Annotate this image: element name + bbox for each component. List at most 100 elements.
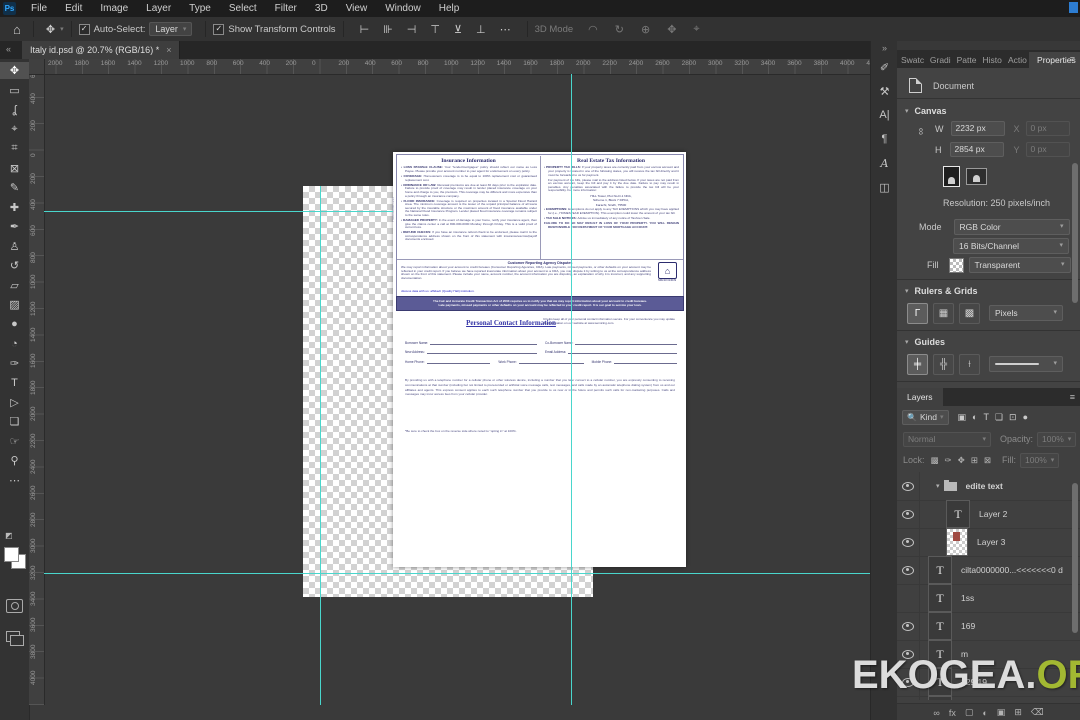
libraries-panel-icon[interactable]: ◫ [871,175,898,199]
show-transform-checkbox[interactable]: ✓ [213,23,225,35]
guides-new-icon[interactable]: ╬ [933,354,954,375]
layers-tab[interactable]: Layers [897,388,943,406]
home-icon[interactable]: ⌂ [8,22,26,37]
menu-filter[interactable]: Filter [266,0,306,17]
align-top-edges-icon[interactable]: ⊤ [425,23,445,36]
visibility-toggle[interactable] [897,472,920,500]
layers-scrollbar[interactable] [1072,483,1078,633]
type-tool[interactable]: T [0,374,29,391]
healing-brush-tool[interactable]: ✚ [0,199,29,216]
auto-select-checkbox[interactable]: ✓ [78,23,90,35]
panel-tab-actio[interactable]: Actio [1004,52,1029,68]
object-selection-tool[interactable]: ⌖ [0,121,29,138]
move-tool-preset-icon[interactable]: ✥ [41,23,60,36]
lock-position-icon[interactable]: ✥ [958,455,965,466]
panel-tab-histo[interactable]: Histo [979,52,1004,68]
y-input[interactable]: 0 px [1025,142,1070,157]
menu-edit[interactable]: Edit [56,0,91,17]
zoom-tool[interactable]: ⚲ [0,452,29,469]
guide-style-dropdown[interactable]: ▾ [989,356,1063,372]
path-selection-tool[interactable]: ▷ [0,394,29,411]
color-swatches[interactable] [4,547,26,569]
layer-name[interactable]: cilta0000000...<<<<<<<0 d [961,565,1063,575]
paragraph-panel-icon[interactable]: ¶ [871,127,898,151]
layer-name[interactable]: 1ss [961,593,974,603]
guide-horizontal-bottom[interactable] [44,573,870,574]
document-page[interactable]: TSL0000000-1233 Insurance Information • … [391,152,686,567]
height-input[interactable]: 2854 px [949,142,1004,157]
bit-depth-dropdown[interactable]: 16 Bits/Channel ▾ [953,238,1069,254]
text-layer-thumbnail[interactable]: T [928,556,952,584]
properties-menu-icon[interactable]: ≡ [1070,54,1075,64]
crop-tool[interactable]: ⌗ [0,140,29,157]
tools-collapse-icon[interactable]: « [6,44,11,54]
fill-swatch[interactable] [948,257,964,273]
character-panel-icon[interactable]: A| [871,103,898,127]
align-vertical-centers-icon[interactable]: ⊻ [449,23,467,36]
layer-name[interactable]: Layer 2 [979,509,1007,519]
filter-shape-layers-icon[interactable]: ❏ [995,412,1003,423]
marquee-tool[interactable]: ▭ [0,82,29,99]
tool-preset-chevron-icon[interactable]: ▾ [60,25,64,33]
layer-row[interactable]: T 169 [897,612,1080,641]
menu-view[interactable]: View [337,0,377,17]
layer-row[interactable]: Tcilta0000000...<<<<<<<0 d [897,556,1080,585]
menu-3d[interactable]: 3D [306,0,337,17]
canvas-area[interactable]: TSL0000000-1233 Insurance Information • … [29,59,870,705]
layer-row[interactable]: Layer 3 [897,528,1080,557]
group-expand-icon[interactable]: ▾ [936,482,940,490]
text-layer-thumbnail[interactable]: T [928,612,952,640]
layer-effects-icon[interactable]: fx [949,708,956,718]
blur-tool[interactable]: ● [0,316,29,333]
guide-vertical-right[interactable] [571,74,572,705]
guides-section-header[interactable]: Guides [915,337,946,347]
new-layer-icon[interactable]: ⊞ [1014,707,1022,718]
ruler-origin-corner[interactable] [29,59,45,75]
menu-select[interactable]: Select [220,0,266,17]
visibility-toggle[interactable] [897,528,920,556]
frame-tool[interactable]: ⊠ [0,160,29,177]
close-tab-icon[interactable]: × [166,45,171,55]
guides-clear-icon[interactable]: ⟊ [959,354,980,375]
visibility-toggle[interactable] [897,500,920,528]
brush-tool[interactable]: ✒ [0,218,29,235]
layer-group-icon[interactable]: ▣ [997,707,1006,718]
3d-camera-icon[interactable]: ⌖ [688,23,704,36]
shape-tool[interactable]: ❏ [0,413,29,430]
default-colors-icon[interactable]: ◩ [5,531,13,540]
filter-toggle-icon[interactable]: ● [1023,412,1028,422]
align-left-edges-icon[interactable]: ⊢ [355,23,375,36]
layer-name[interactable]: Layer 3 [977,537,1005,547]
eyedropper-tool[interactable]: ✎ [0,179,29,196]
menu-type[interactable]: Type [180,0,220,17]
snap-icon[interactable]: ▩ [959,303,980,324]
menu-help[interactable]: Help [430,0,469,17]
menu-window[interactable]: Window [376,0,430,17]
3d-orbit-icon[interactable]: ◠ [583,23,603,36]
fill-dropdown[interactable]: Transparent ▾ [968,257,1071,273]
glyphs-panel-icon[interactable]: A [871,151,898,175]
filter-pixel-layers-icon[interactable]: ▣ [958,412,967,423]
wh-link-icon[interactable]: ∞ [915,128,926,135]
align-horizontal-centers-icon[interactable]: ⊪ [378,23,398,36]
layer-fill-value[interactable]: 100% ▾ [1020,452,1060,468]
3d-pan-icon[interactable]: ⊕ [636,23,655,36]
delete-layer-icon[interactable]: ⌫ [1031,707,1044,718]
filter-type-layers-icon[interactable]: T [983,412,989,422]
layer-name[interactable]: edite text [966,481,1003,491]
layers-menu-icon[interactable]: ≡ [1070,392,1075,402]
filter-smart-objects-icon[interactable]: ⊡ [1009,412,1017,423]
adjustment-layer-icon[interactable]: ◐ [982,708,987,718]
orientation-landscape-button[interactable] [966,168,987,185]
canvas-section-header[interactable]: Canvas [915,106,947,116]
grid-icon[interactable]: ▦ [933,303,954,324]
edit-toolbar-icon[interactable]: ⋯ [0,472,29,489]
blend-mode-dropdown[interactable]: Normal ▾ [903,431,991,447]
hand-tool[interactable]: ☞ [0,433,29,450]
menu-image[interactable]: Image [91,0,137,17]
horizontal-ruler[interactable]: 2000 1800 1600 1400 1200 1000 800 600 400 200 0 200… [29,59,870,75]
panel-tab-swatc[interactable]: Swatc [897,52,926,68]
mode-dropdown[interactable]: RGB Color ▾ [953,219,1070,235]
3d-roll-icon[interactable]: ↻ [610,23,629,36]
guide-horizontal-top[interactable] [44,211,393,212]
